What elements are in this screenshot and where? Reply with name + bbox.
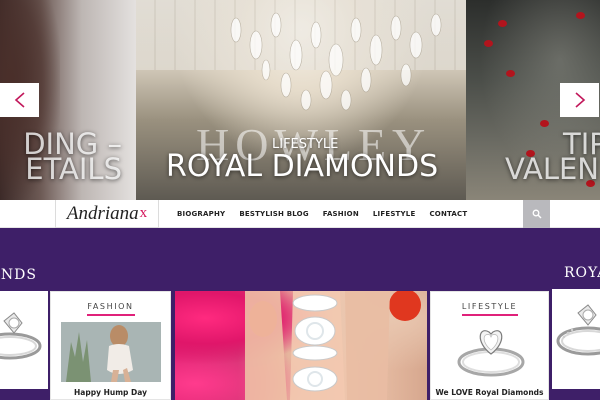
post-card-fashion[interactable]: FASHION Happy Hump Day [50, 291, 171, 400]
nav-item-lifestyle[interactable]: LIFESTYLE [366, 210, 423, 218]
ring-card-right[interactable] [552, 289, 600, 389]
site-logo[interactable]: Andriana x [55, 200, 159, 228]
nav-item-bestylish-blog[interactable]: BESTYLISH BLOG [232, 210, 315, 218]
card-title[interactable]: Happy Hump Day [51, 388, 170, 397]
category-underline [87, 314, 135, 316]
nav-item-contact[interactable]: CONTACT [422, 210, 474, 218]
post-thumbnail[interactable] [61, 322, 161, 382]
card-title[interactable]: We LOVE Royal Diamonds [431, 388, 548, 397]
nav-item-biography[interactable]: BIOGRAPHY [170, 210, 232, 218]
chevron-right-icon [574, 92, 585, 108]
heart-ring-image[interactable] [445, 320, 537, 380]
card-category[interactable]: LIFESTYLE [431, 302, 548, 311]
fashion-photo [61, 322, 161, 382]
carousel-next-heading: ROYAL [564, 265, 600, 281]
category-underline [462, 314, 518, 316]
slider-next-button[interactable] [560, 83, 599, 117]
post-card-lifestyle[interactable]: LIFESTYLE We LOVE Royal Diamonds [430, 291, 549, 400]
ring-image [556, 304, 600, 356]
main-navbar: Andriana x BIOGRAPHY BESTYLISH BLOG FASHI… [0, 200, 600, 228]
hero-slider: HOWLEY DING – ETAILS LIFESTYLE ROYAL DIA… [0, 0, 600, 200]
ring-image [0, 312, 42, 360]
diamond-rings-photo [245, 291, 421, 400]
search-icon [532, 209, 541, 219]
chevron-left-icon [14, 92, 25, 108]
card-category[interactable]: FASHION [51, 302, 170, 311]
carousel-prev-heading: ONDS [0, 267, 37, 283]
logo-text: Andriana [66, 202, 139, 224]
ring-card-left[interactable] [0, 291, 48, 389]
slider-prev-button[interactable] [0, 83, 39, 117]
logo-mark: x [139, 205, 148, 221]
search-button[interactable] [523, 200, 550, 228]
featured-photo-card[interactable] [175, 291, 427, 400]
slide-title[interactable]: ROYAL DIAMONDS [166, 149, 438, 184]
slide-previous-title-line2: ETAILS [25, 152, 122, 186]
nav-item-fashion[interactable]: FASHION [316, 210, 366, 218]
nav-menu: BIOGRAPHY BESTYLISH BLOG FASHION LIFESTY… [170, 200, 474, 228]
chandelier-image [230, 12, 442, 111]
slide-next-title-line2: VALEN [505, 152, 599, 186]
